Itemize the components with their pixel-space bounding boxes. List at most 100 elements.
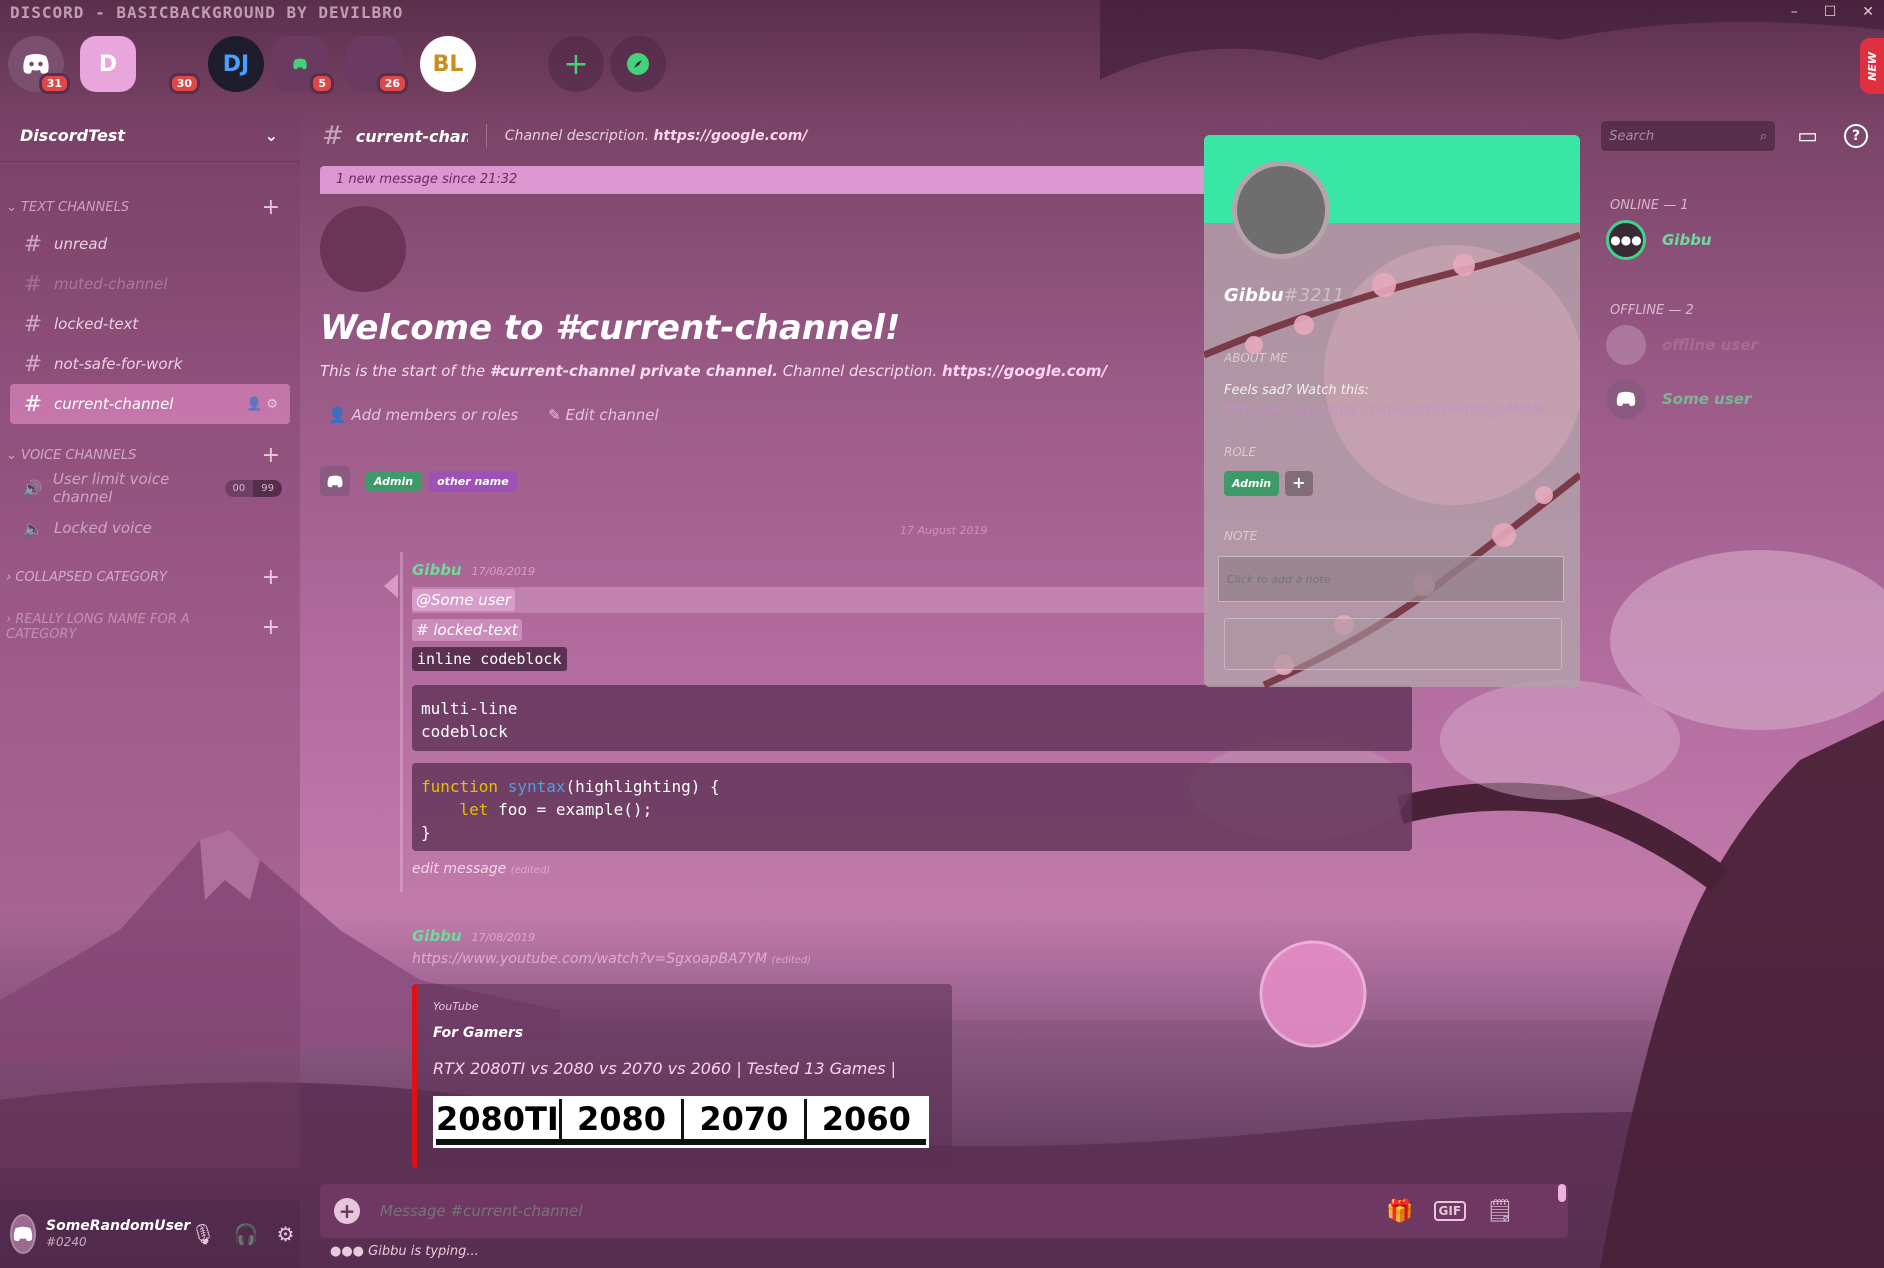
message-pointer <box>384 574 398 598</box>
chevron-right-icon: › <box>6 569 12 585</box>
add-channel-icon[interactable]: + <box>262 195 280 220</box>
role-chip-other[interactable]: other name <box>429 470 517 492</box>
channel-nsfw[interactable]: # not-safe-for-work <box>10 344 290 384</box>
guild-6[interactable]: 26 <box>346 36 408 94</box>
channel-unread[interactable]: # unread <box>10 224 290 264</box>
guild-label: DJ <box>222 51 250 77</box>
gear-icon[interactable]: ⚙ <box>266 397 278 412</box>
welcome-sub-channel: #current-channel <box>489 362 636 380</box>
category-collapsed[interactable]: › COLLAPSED CATEGORY + <box>0 564 300 590</box>
search-icon: ⌕ <box>1759 128 1768 144</box>
nsfw-hash-icon: # <box>23 351 43 377</box>
category-long-name[interactable]: › REALLY LONG NAME FOR A CATEGORY + <box>0 612 300 642</box>
youtube-link[interactable]: https://www.youtube.com/watch?v=SgxoapBA… <box>412 951 767 967</box>
category-voice-channels[interactable]: ⌄ VOICE CHANNELS + <box>0 442 300 468</box>
add-server-button[interactable]: + <box>548 36 604 92</box>
hash-icon: # <box>23 231 43 257</box>
add-channel-icon[interactable]: + <box>262 565 280 590</box>
scrollbar-thumb[interactable] <box>1558 1184 1566 1202</box>
home-guild[interactable]: 31 <box>8 36 70 94</box>
guild-dj[interactable]: DJ <box>208 36 264 92</box>
channel-muted[interactable]: # muted-channel <box>10 264 290 304</box>
user-panel: SomeRandomUser #0240 🎙 🎧 ⚙ <box>0 1200 300 1268</box>
bot-avatar[interactable] <box>320 466 350 496</box>
minimize-icon[interactable]: – <box>1791 4 1798 20</box>
explore-servers-button[interactable] <box>610 36 666 92</box>
guild-bl[interactable]: BL <box>420 36 476 92</box>
message-author[interactable]: Gibbu <box>412 561 462 579</box>
close-icon[interactable]: ✕ <box>1862 4 1874 20</box>
member-avatar: ●●● <box>1606 220 1646 260</box>
message-author[interactable]: Gibbu <box>412 927 462 945</box>
member-some-user[interactable]: Some user <box>1584 372 1884 426</box>
attach-plus-icon[interactable]: + <box>334 1198 360 1224</box>
welcome-sub-link[interactable]: https://google.com/ <box>942 362 1107 380</box>
user-profile-popout: Gibbu#3211 ABOUT ME Feels sad? Watch thi… <box>1204 135 1580 687</box>
invite-icon[interactable]: 👤 <box>246 397 262 412</box>
new-messages-text: 1 new message since 21:32 <box>336 172 518 187</box>
role-chip-admin[interactable]: Admin <box>366 470 422 492</box>
profile-message-box[interactable] <box>1224 618 1562 670</box>
category-label: REALLY LONG NAME FOR A CATEGORY <box>6 612 190 642</box>
server-name: DiscordTest <box>20 126 125 145</box>
gif-button[interactable]: GIF <box>1433 1201 1467 1221</box>
maximize-icon[interactable]: ☐ <box>1824 4 1837 20</box>
about-me-header: ABOUT ME <box>1224 351 1288 365</box>
message-input[interactable] <box>380 1202 1387 1220</box>
mention-badge: 26 <box>376 73 408 94</box>
member-name: Some user <box>1662 390 1752 408</box>
category-text-channels[interactable]: ⌄ TEXT CHANNELS + <box>0 194 300 220</box>
search-box[interactable]: Search ⌕ <box>1601 121 1776 151</box>
topic-link[interactable]: https://google.com/ <box>653 128 807 144</box>
inbox-icon[interactable]: ▭ <box>1797 124 1818 149</box>
typing-text: Gibbu is typing... <box>368 1244 479 1259</box>
user-mention[interactable]: @Some user <box>412 589 516 611</box>
profile-role-admin[interactable]: Admin <box>1224 471 1280 496</box>
guild-5[interactable]: 5 <box>272 36 334 94</box>
voice-channel-locked[interactable]: 🔈 Locked voice <box>10 508 290 548</box>
channel-label: unread <box>54 235 108 253</box>
channel-mention[interactable]: # locked-text <box>412 619 522 641</box>
welcome-subtitle: This is the start of the #current-channe… <box>320 362 1107 380</box>
help-icon[interactable]: ? <box>1844 124 1868 148</box>
gift-icon[interactable]: 🎁 <box>1386 1199 1413 1224</box>
about-me-link[interactable]: https://www.youtube.com/watch?v=oYmqJl4M… <box>1224 401 1545 421</box>
gear-icon[interactable]: ⚙ <box>277 1222 295 1246</box>
note-input[interactable] <box>1218 556 1564 602</box>
add-members-button[interactable]: 👤 Add members or roles <box>328 406 518 424</box>
guild-d[interactable]: D <box>80 36 136 92</box>
embed-title[interactable]: RTX 2080TI vs 2080 vs 2070 vs 2060 | Tes… <box>433 1059 936 1078</box>
window-title: DISCORD - BASICBACKGROUND BY DEVILBRO <box>10 2 404 22</box>
server-header[interactable]: DiscordTest ⌄ <box>0 110 300 162</box>
guild-3[interactable]: 30 <box>136 36 200 94</box>
discord-logo-icon <box>1616 391 1636 407</box>
headphones-icon[interactable]: 🎧 <box>234 1222 259 1246</box>
syntax-function: syntax <box>507 777 566 796</box>
syntax-keyword-let: let <box>459 800 489 819</box>
typing-dots-icon: ●●● <box>330 1244 365 1259</box>
channel-locked-text[interactable]: # locked-text <box>10 304 290 344</box>
edit-channel-button[interactable]: ✎ Edit channel <box>548 406 659 424</box>
add-role-button[interactable]: + <box>1285 471 1313 496</box>
user-avatar[interactable] <box>10 1214 36 1254</box>
new-messages-bar[interactable]: 1 new message since 21:32 <box>320 166 1210 194</box>
category-label: TEXT CHANNELS <box>21 199 130 215</box>
profile-avatar[interactable] <box>1232 161 1330 259</box>
channel-current[interactable]: # current-channel 👤 ⚙ <box>10 384 290 424</box>
new-ribbon-label: NEW <box>1865 51 1879 81</box>
voice-channel-limit[interactable]: 🔊 User limit voice channel 00 99 <box>10 468 290 508</box>
embed-author[interactable]: For Gamers <box>433 1025 936 1041</box>
member-offline-1[interactable]: offline user <box>1584 318 1884 372</box>
sticker-icon[interactable]: 🗒 <box>1486 1199 1514 1224</box>
mention-badge: 30 <box>168 73 200 94</box>
compass-icon <box>627 53 649 75</box>
mention-badge: 31 <box>38 73 70 94</box>
member-gibbu[interactable]: ●●● Gibbu <box>1584 213 1884 267</box>
embed-thumbnail[interactable]: 2080TI 2080 2070 2060 <box>433 1096 929 1148</box>
add-channel-icon[interactable]: + <box>262 443 280 468</box>
window-titlebar: DISCORD - BASICBACKGROUND BY DEVILBRO – … <box>0 0 1884 24</box>
microphone-icon[interactable]: 🎙 <box>190 1222 215 1246</box>
channel-label: locked-text <box>54 315 139 333</box>
add-channel-icon[interactable]: + <box>262 615 280 640</box>
mention-badge: 5 <box>310 73 334 94</box>
